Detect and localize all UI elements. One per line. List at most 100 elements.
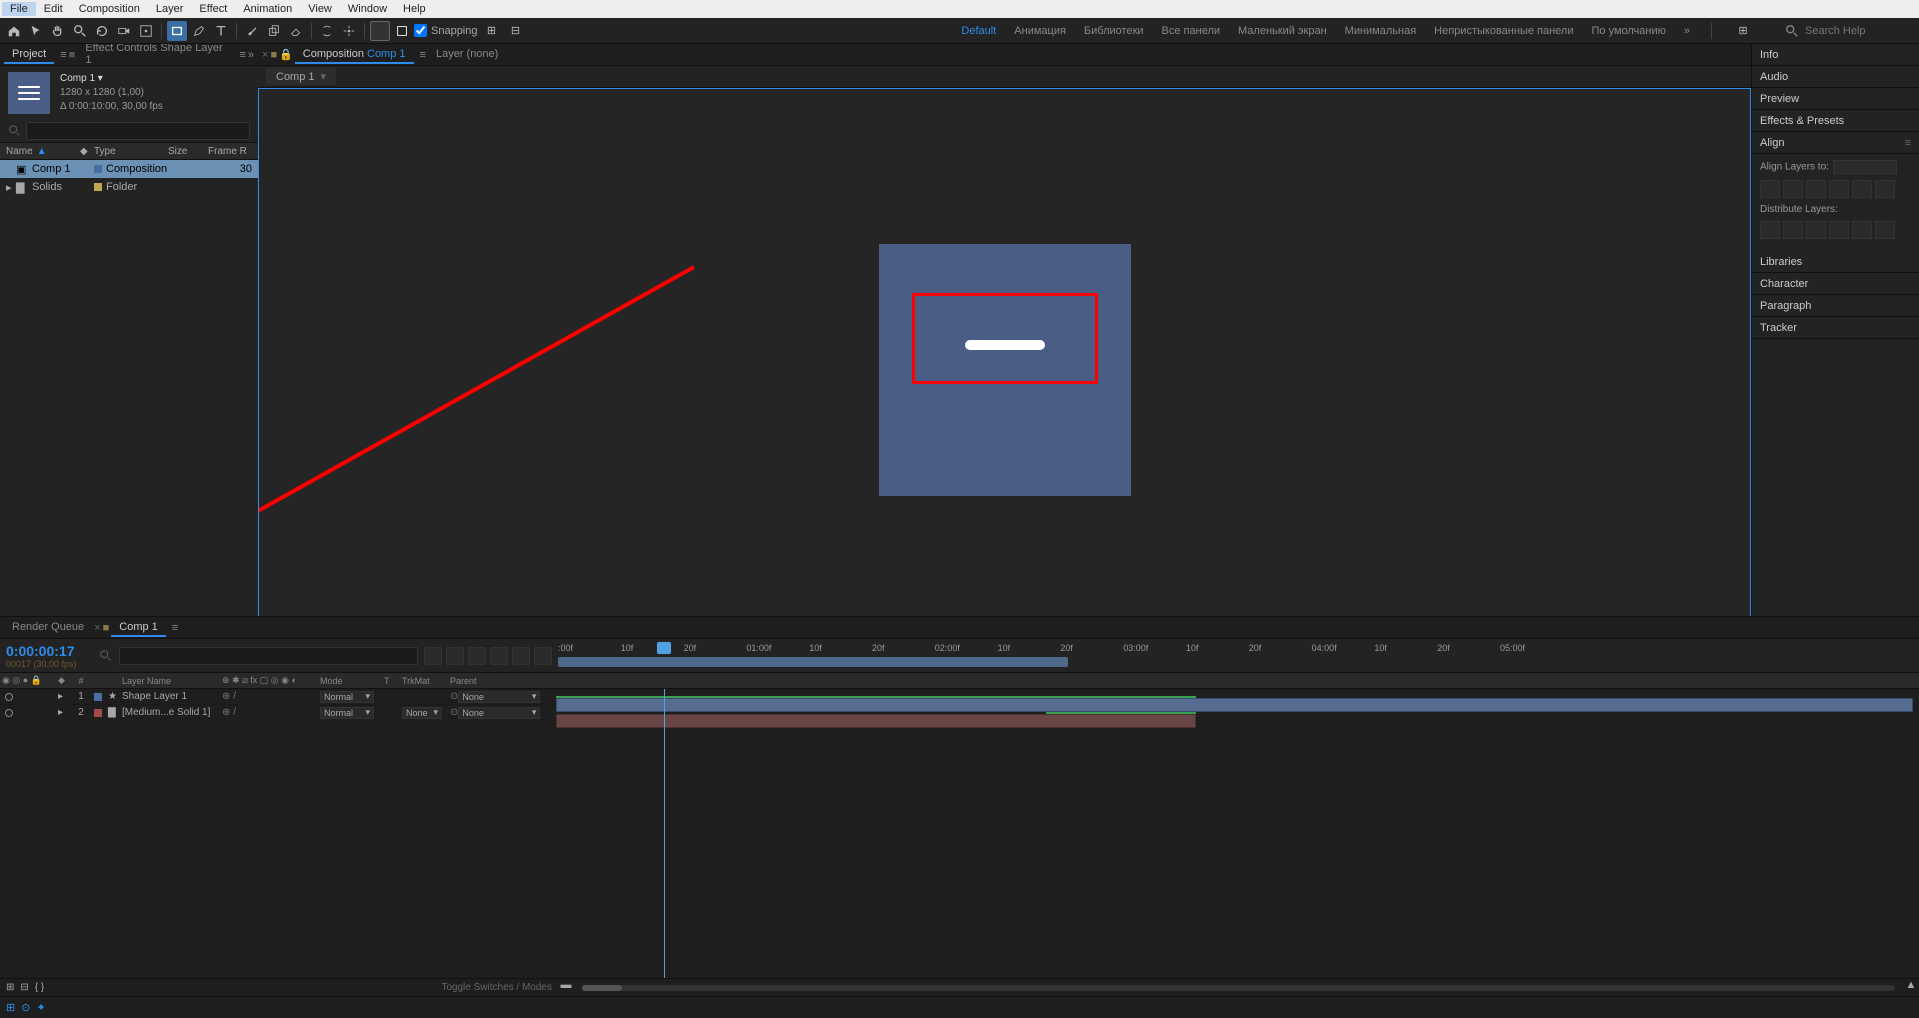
render-queue-tab[interactable]: Render Queue	[4, 619, 92, 637]
workspace-default[interactable]: Default	[961, 25, 996, 37]
panel-paragraph[interactable]: Paragraph	[1752, 295, 1919, 317]
tl-btn-3[interactable]	[468, 647, 486, 665]
align-bottom[interactable]	[1875, 180, 1895, 198]
workspace-allpanels[interactable]: Все панели	[1162, 25, 1220, 37]
home-button[interactable]	[4, 21, 24, 41]
dist-1[interactable]	[1760, 221, 1780, 239]
align-left[interactable]	[1760, 180, 1780, 198]
mode-select-2[interactable]: Normal▾	[320, 707, 374, 719]
work-area[interactable]	[558, 657, 1068, 667]
panel-more[interactable]: »	[248, 49, 254, 61]
zoom-tool[interactable]	[70, 21, 90, 41]
col-name[interactable]: Name	[6, 146, 33, 157]
menu-layer[interactable]: Layer	[148, 2, 192, 16]
selection-tool[interactable]	[26, 21, 46, 41]
roto-tool[interactable]	[317, 21, 337, 41]
align-target-select[interactable]	[1833, 160, 1897, 174]
workspace-reset-icon[interactable]: ⊞	[1733, 21, 1753, 41]
search-help-input[interactable]	[1805, 25, 1915, 37]
tl-foot-btn3[interactable]: { }	[35, 982, 44, 993]
panel-audio[interactable]: Audio	[1752, 66, 1919, 88]
parent-select-1[interactable]: None▾	[458, 691, 540, 703]
stroke-swatch[interactable]	[392, 21, 412, 41]
layer-panel-tab[interactable]: Layer (none)	[428, 46, 506, 64]
align-vcenter[interactable]	[1852, 180, 1872, 198]
lock-icon[interactable]: 🔒	[279, 48, 293, 61]
composition-panel-tab[interactable]: Composition Comp 1	[295, 46, 414, 64]
menu-file[interactable]: File	[2, 2, 36, 16]
brush-tool[interactable]	[242, 21, 262, 41]
dist-5[interactable]	[1852, 221, 1872, 239]
workspace-minimal[interactable]: Минимальная	[1345, 25, 1417, 37]
project-item-comp1[interactable]: ▣ Comp 1 Composition 30	[0, 160, 258, 178]
eraser-tool[interactable]	[286, 21, 306, 41]
menu-edit[interactable]: Edit	[36, 2, 71, 16]
panel-effects[interactable]: Effects & Presets	[1752, 110, 1919, 132]
type-tool[interactable]	[211, 21, 231, 41]
status-icon1[interactable]: ⊞	[6, 1001, 15, 1014]
snap-opt1[interactable]: ⊞	[482, 21, 502, 41]
mode-select-1[interactable]: Normal▾	[320, 691, 374, 703]
col-frame[interactable]: Frame R	[208, 146, 252, 157]
rect-tool[interactable]	[167, 21, 187, 41]
time-ruler[interactable]: :00f10f20f01:00f10f20f02:00f10f20f03:00f…	[558, 639, 1919, 672]
camera-tool[interactable]	[114, 21, 134, 41]
pen-tool[interactable]	[189, 21, 209, 41]
workspace-more[interactable]: »	[1684, 25, 1690, 37]
trkmat-select-2[interactable]: None▾	[402, 707, 442, 719]
panel-character[interactable]: Character	[1752, 273, 1919, 295]
dist-4[interactable]	[1829, 221, 1849, 239]
hand-tool[interactable]	[48, 21, 68, 41]
panel-libraries[interactable]: Libraries	[1752, 251, 1919, 273]
comp-breadcrumb[interactable]: Comp 1▾	[266, 68, 336, 85]
status-icon2[interactable]: ⊙	[21, 1001, 30, 1014]
menu-window[interactable]: Window	[340, 2, 395, 16]
effectcontrols-tab[interactable]: Effect Controls Shape Layer 1	[77, 40, 233, 70]
workspace-libraries[interactable]: Библиотеки	[1084, 25, 1144, 37]
comp-thumbnail[interactable]	[8, 72, 50, 114]
tl-search[interactable]	[119, 647, 418, 665]
parent-select-2[interactable]: None▾	[458, 707, 540, 719]
tl-btn-5[interactable]	[512, 647, 530, 665]
current-time[interactable]: 0:00:00:17	[6, 643, 77, 659]
dist-2[interactable]	[1783, 221, 1803, 239]
menu-help[interactable]: Help	[395, 2, 434, 16]
tl-foot-btn1[interactable]: ⊞	[6, 982, 14, 993]
col-type[interactable]: Type	[94, 146, 164, 157]
snapping-checkbox[interactable]	[414, 24, 427, 37]
align-hcenter[interactable]	[1783, 180, 1803, 198]
panel-info[interactable]: Info	[1752, 44, 1919, 66]
playhead[interactable]	[657, 642, 671, 654]
panel-preview[interactable]: Preview	[1752, 88, 1919, 110]
shape-layer[interactable]	[965, 340, 1045, 350]
project-search[interactable]	[26, 122, 250, 140]
rotate-tool[interactable]	[92, 21, 112, 41]
panel-align[interactable]: Align≡	[1752, 132, 1919, 154]
puppet-tool[interactable]	[339, 21, 359, 41]
bar-shape[interactable]	[556, 698, 1913, 712]
clone-tool[interactable]	[264, 21, 284, 41]
timeline-zoom[interactable]	[582, 985, 1895, 991]
project-tab[interactable]: Project	[4, 46, 54, 64]
workspace-small[interactable]: Маленький экран	[1238, 25, 1327, 37]
status-icon3[interactable]: ✦	[36, 1001, 45, 1014]
snap-opt2[interactable]: ⊟	[506, 21, 526, 41]
bar-solid[interactable]	[556, 714, 1196, 728]
tl-btn-6[interactable]	[534, 647, 552, 665]
align-top[interactable]	[1829, 180, 1849, 198]
align-right[interactable]	[1806, 180, 1826, 198]
workspace-default2[interactable]: По умолчанию	[1591, 25, 1665, 37]
col-size[interactable]: Size	[168, 146, 204, 157]
menu-composition[interactable]: Composition	[71, 2, 148, 16]
tl-btn-2[interactable]	[446, 647, 464, 665]
menu-animation[interactable]: Animation	[235, 2, 300, 16]
timeline-comp-tab[interactable]: Comp 1	[111, 619, 166, 637]
layer-row-1[interactable]: ▸ 1 ★ Shape Layer 1 ⊕ / Normal▾ ⊙ None▾	[0, 689, 1919, 705]
menu-view[interactable]: View	[300, 2, 340, 16]
project-item-solids[interactable]: ▸ ▇ Solids Folder	[0, 178, 258, 196]
menu-effect[interactable]: Effect	[191, 2, 235, 16]
dist-6[interactable]	[1875, 221, 1895, 239]
anchor-tool[interactable]	[136, 21, 156, 41]
tl-foot-btn2[interactable]: ⊟	[20, 982, 28, 993]
tl-btn-4[interactable]	[490, 647, 508, 665]
